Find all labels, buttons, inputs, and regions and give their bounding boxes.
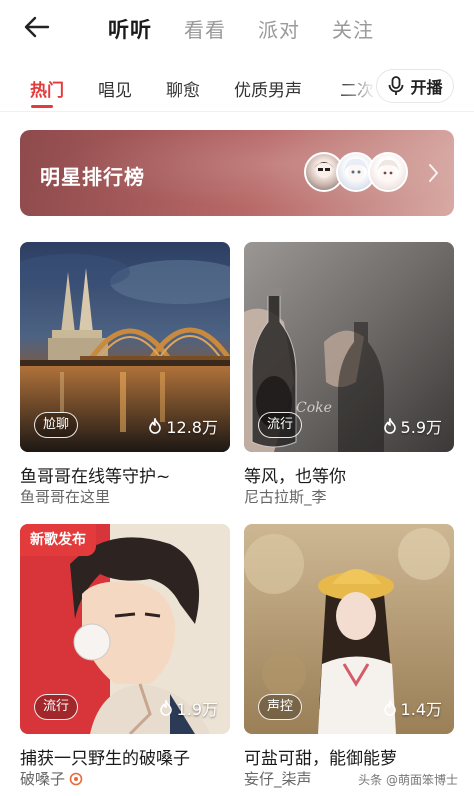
tab-follow[interactable]: 关注: [332, 14, 374, 43]
heat-count: 1.9万: [159, 696, 218, 720]
host-name: 尼古拉斯_李: [244, 486, 327, 507]
host-name-text: 破嗓子: [20, 770, 66, 788]
category-tag: 流行: [34, 694, 79, 720]
flame-icon: [383, 418, 396, 434]
room-card[interactable]: 尬聊 12.8万 鱼哥哥在线等守护~ 鱼哥哥在这里: [20, 242, 230, 512]
heat-count: 12.8万: [148, 414, 218, 438]
microphone-icon: [389, 76, 404, 95]
tab-listen[interactable]: 听听: [108, 14, 152, 44]
tab-watch[interactable]: 看看: [184, 14, 226, 43]
star-ranking-banner[interactable]: 明星排行榜: [20, 130, 454, 216]
ranking-title: 明星排行榜: [40, 165, 145, 189]
host-name: 破嗓子: [20, 768, 83, 789]
svg-text:Coke: Coke: [296, 400, 332, 416]
category-tag: 声控: [258, 694, 303, 720]
flame-icon: [149, 418, 162, 434]
heat-value: 1.4万: [400, 700, 442, 719]
avatar: [368, 152, 408, 192]
go-live-button[interactable]: 开播: [376, 69, 454, 103]
live-indicator-icon: [69, 772, 83, 785]
heat-count: 5.9万: [383, 414, 442, 438]
tab-party[interactable]: 派对: [258, 14, 300, 43]
category-tag: 尬聊: [34, 412, 79, 438]
ranking-avatars: [304, 152, 414, 194]
category-male-voice[interactable]: 优质男声: [234, 76, 302, 101]
host-name: 鱼哥哥在这里: [20, 486, 110, 507]
heat-value: 5.9万: [400, 418, 442, 437]
heat-count: 1.4万: [383, 696, 442, 720]
room-card[interactable]: 新歌发布 流行 1.9万 捕获一只野生的破嗓子 破嗓子: [20, 524, 230, 792]
category-tag: 流行: [258, 412, 303, 438]
room-card[interactable]: Coke 流行 5.9万 等风，也等你 尼古拉斯_李: [244, 242, 454, 512]
room-card[interactable]: 声控 1.4万 可盐可甜，能御能萝 妄仔_柒声: [244, 524, 454, 792]
flame-icon: [159, 700, 172, 716]
room-title: 可盐可甜，能御能萝: [244, 749, 397, 769]
room-title: 等风，也等你: [244, 467, 346, 487]
category-healing[interactable]: 聊愈: [166, 76, 200, 101]
host-name-text: 尼古拉斯_李: [244, 488, 327, 506]
back-arrow-icon[interactable]: [22, 12, 52, 42]
go-live-label: 开播: [410, 78, 443, 97]
top-nav: 听听 看看 派对 关注: [0, 0, 474, 56]
room-title: 鱼哥哥在线等守护~: [20, 467, 171, 487]
category-singing[interactable]: 唱见: [98, 76, 132, 101]
active-tab-indicator: [31, 105, 53, 108]
heat-value: 12.8万: [166, 418, 218, 437]
category-hot[interactable]: 热门: [30, 76, 64, 101]
host-name: 妄仔_柒声: [244, 768, 312, 789]
room-title: 捕获一只野生的破嗓子: [20, 749, 190, 769]
host-name-text: 鱼哥哥在这里: [20, 488, 111, 506]
chevron-right-icon: [429, 164, 438, 182]
heat-value: 1.9万: [176, 700, 218, 719]
new-song-badge: 新歌发布: [20, 524, 96, 556]
host-name-text: 妄仔_柒声: [244, 770, 312, 788]
flame-icon: [383, 700, 396, 716]
watermark: 头条 @萌面笨博士: [354, 769, 462, 790]
